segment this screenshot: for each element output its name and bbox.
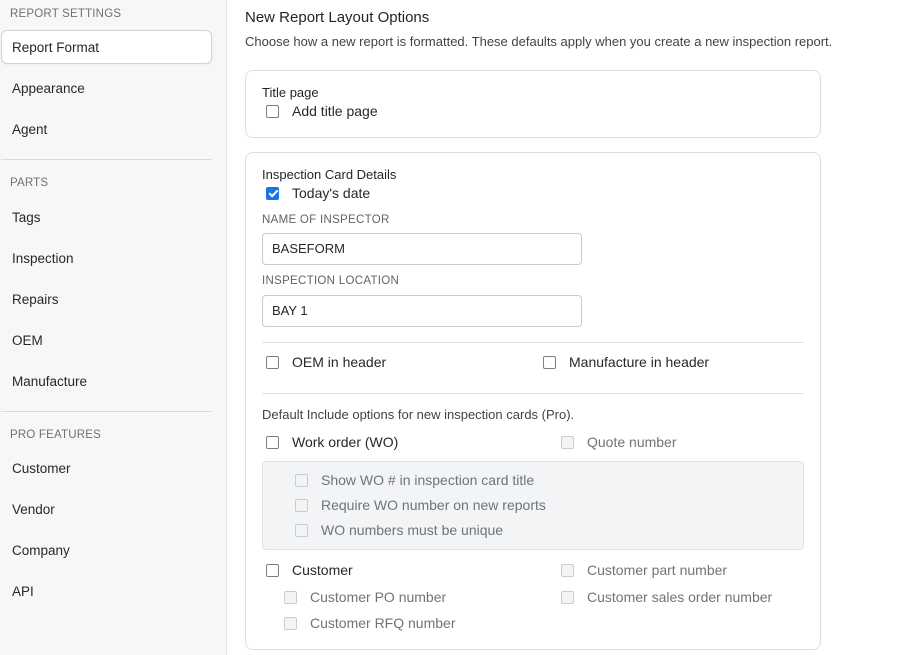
page-title: New Report Layout Options <box>245 9 430 26</box>
wo-numbers-unique-checkbox[interactable]: WO numbers must be unique <box>295 522 503 538</box>
checkbox-box[interactable] <box>266 104 279 118</box>
sidebar-divider <box>1 411 212 412</box>
checkbox-label: Today's date <box>292 185 371 201</box>
customer-po-number-checkbox[interactable]: Customer PO number <box>284 589 446 605</box>
checkbox-box[interactable] <box>295 473 308 487</box>
sidebar-item-appearance[interactable]: Appearance <box>1 71 212 105</box>
inspection-location-label: INSPECTION LOCATION <box>262 275 400 287</box>
page-subtitle: Choose how a new report is formatted. Th… <box>245 34 833 49</box>
section-title-report-settings: REPORT SETTINGS <box>10 8 122 20</box>
show-wo-in-title-checkbox[interactable]: Show WO # in inspection card title <box>295 472 534 488</box>
sidebar-item-api[interactable]: API <box>1 574 212 608</box>
checkbox-label: Customer PO number <box>310 589 447 605</box>
sidebar-item-customer[interactable]: Customer <box>1 451 212 485</box>
checkbox-box[interactable] <box>266 355 279 369</box>
checkbox-box[interactable] <box>295 498 308 512</box>
sidebar-item-report-format[interactable]: Report Format <box>1 30 212 64</box>
checkbox-label: Add title page <box>292 103 378 119</box>
card-title-title-page: Title page <box>262 85 319 100</box>
checkbox-label: WO numbers must be unique <box>321 522 504 538</box>
checkbox-label: Quote number <box>587 434 677 450</box>
checkbox-label: OEM in header <box>292 354 387 370</box>
main-content: New Report Layout Options Choose how a n… <box>227 0 900 655</box>
wo-options-panel: Show WO # in inspection card title Requi… <box>262 461 804 550</box>
work-order-checkbox[interactable]: Work order (WO) <box>266 434 398 450</box>
section-title-pro-features: PRO FEATURES <box>10 429 102 441</box>
customer-part-number-checkbox[interactable]: Customer part number <box>561 562 727 578</box>
checkbox-box[interactable] <box>266 186 279 200</box>
checkbox-label: Customer <box>292 562 353 578</box>
sidebar-item-manufacture[interactable]: Manufacture <box>1 364 212 398</box>
customer-sales-order-number-checkbox[interactable]: Customer sales order number <box>561 589 772 605</box>
sidebar-item-oem[interactable]: OEM <box>1 323 212 357</box>
checkbox-box[interactable] <box>543 355 556 369</box>
inspection-location-input[interactable]: BAY 1 <box>262 295 582 327</box>
checkbox-label: Customer RFQ number <box>310 615 456 631</box>
oem-in-header-checkbox[interactable]: OEM in header <box>266 354 386 370</box>
sidebar-divider <box>1 159 212 160</box>
title-page-card: Title page Add title page <box>245 70 821 138</box>
pro-options-note: Default Include options for new inspecti… <box>262 407 575 422</box>
sidebar: REPORT SETTINGS Report Format Appearance… <box>0 0 227 655</box>
card-title-inspection-details: Inspection Card Details <box>262 167 397 182</box>
checkbox-label: Require WO number on new reports <box>321 497 546 513</box>
checkbox-label: Customer part number <box>587 562 728 578</box>
sidebar-item-vendor[interactable]: Vendor <box>1 492 212 526</box>
add-title-page-checkbox[interactable]: Add title page <box>266 103 378 119</box>
sidebar-item-repairs[interactable]: Repairs <box>1 282 212 316</box>
checkbox-box[interactable] <box>295 523 308 537</box>
sidebar-item-tags[interactable]: Tags <box>1 200 212 234</box>
divider <box>262 342 804 343</box>
checkbox-label: Manufacture in header <box>569 354 710 370</box>
checkbox-box[interactable] <box>266 563 279 577</box>
checkbox-box[interactable] <box>561 590 574 604</box>
sidebar-item-company[interactable]: Company <box>1 533 212 567</box>
manufacture-in-header-checkbox[interactable]: Manufacture in header <box>543 354 709 370</box>
checkbox-label: Show WO # in inspection card title <box>321 472 535 488</box>
inspector-name-label: NAME OF INSPECTOR <box>262 214 390 226</box>
checkbox-box[interactable] <box>561 563 574 577</box>
checkbox-box[interactable] <box>561 435 574 449</box>
quote-number-checkbox[interactable]: Quote number <box>561 434 677 450</box>
checkbox-box[interactable] <box>284 590 297 604</box>
todays-date-checkbox[interactable]: Today's date <box>266 185 370 201</box>
customer-rfq-number-checkbox[interactable]: Customer RFQ number <box>284 615 455 631</box>
require-wo-number-checkbox[interactable]: Require WO number on new reports <box>295 497 546 513</box>
section-title-parts: PARTS <box>10 177 49 189</box>
inspector-name-input[interactable]: BASEFORM <box>262 233 582 265</box>
sidebar-item-inspection[interactable]: Inspection <box>1 241 212 275</box>
divider <box>262 393 804 394</box>
checkbox-label: Customer sales order number <box>587 589 773 605</box>
customer-checkbox[interactable]: Customer <box>266 562 353 578</box>
sidebar-item-agent[interactable]: Agent <box>1 112 212 146</box>
checkbox-label: Work order (WO) <box>292 434 399 450</box>
checkbox-box[interactable] <box>266 435 279 449</box>
checkbox-box[interactable] <box>284 616 297 630</box>
inspection-card-details-card: Inspection Card Details Today's date NAM… <box>245 152 821 650</box>
